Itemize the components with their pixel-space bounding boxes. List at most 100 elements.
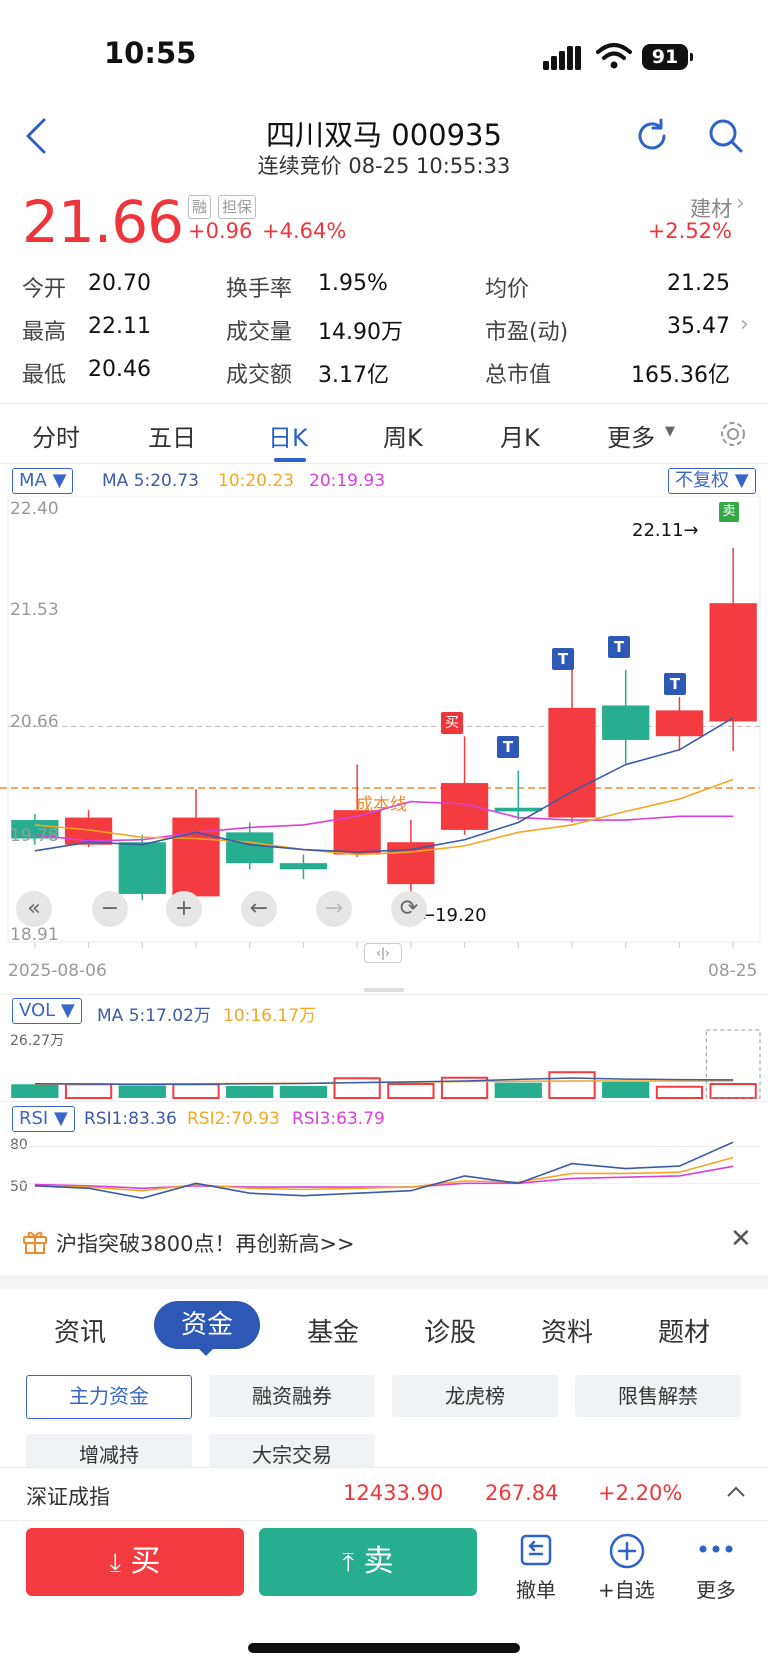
volume-chart[interactable] <box>0 1026 768 1100</box>
volume-bar <box>172 1083 220 1099</box>
tab-five-day[interactable]: 五日 <box>148 418 196 453</box>
tab-theme[interactable]: 题材 <box>658 1312 710 1349</box>
volume-bar <box>64 1083 113 1099</box>
subtab-dragon-tiger[interactable]: 龙虎榜 <box>392 1375 558 1417</box>
t-trade-marker[interactable]: T <box>497 736 519 758</box>
t-trade-marker[interactable]: T <box>552 648 574 670</box>
sector-change: +2.52% <box>647 219 732 243</box>
sell-button[interactable]: ⤒ 卖 <box>259 1528 477 1596</box>
candle-body <box>602 705 650 740</box>
volume-bar <box>548 1071 596 1099</box>
stat-label: 市盈(动) <box>485 320 569 345</box>
more-dots-icon[interactable] <box>698 1544 734 1554</box>
ma20-legend: 20:19.93 <box>309 471 386 491</box>
expand-handle-icon[interactable]: ‹|› <box>364 943 402 963</box>
volume-bar <box>226 1085 274 1098</box>
divider <box>0 403 768 404</box>
cancel-order-label[interactable]: 撤单 <box>516 1574 556 1603</box>
tab-funds-flow[interactable]: 资金 <box>154 1301 260 1349</box>
subtab-main-funds[interactable]: 主力资金 <box>26 1375 192 1419</box>
current-price: 21.66 <box>22 188 184 256</box>
cancel-order-icon[interactable] <box>518 1532 554 1568</box>
ma10-legend: 10:20.23 <box>218 471 295 491</box>
stat-value-pe: 35.47 <box>667 314 730 339</box>
rsi-indicator-select[interactable]: RSI ▼ <box>12 1106 75 1132</box>
subtab-margin[interactable]: 融资融券 <box>209 1375 375 1417</box>
stat-label: 最高 <box>22 320 67 345</box>
divider <box>0 994 768 995</box>
rsi2-line <box>34 1156 734 1192</box>
price-change-pct: +4.64% <box>262 219 347 243</box>
battery-indicator: 91 <box>642 44 693 70</box>
tab-profile[interactable]: 资料 <box>541 1312 593 1349</box>
download-arrow-icon: ⤓ <box>109 1548 121 1578</box>
subtab-lockup-release[interactable]: 限售解禁 <box>575 1375 741 1417</box>
add-watchlist-label[interactable]: +自选 <box>598 1574 655 1603</box>
stat-value-marketcap: 165.36亿 <box>631 363 730 388</box>
volume-bar <box>333 1077 381 1099</box>
stat-value-low: 20.46 <box>88 357 151 382</box>
tab-weekly-k[interactable]: 周K <box>383 418 423 453</box>
candle-body <box>655 710 704 737</box>
tab-intraday[interactable]: 分时 <box>32 418 80 453</box>
stat-label: 换手率 <box>226 277 293 302</box>
adjust-select[interactable]: 不复权 ▼ <box>668 468 756 494</box>
tab-diagnosis[interactable]: 诊股 <box>424 1312 476 1349</box>
chevron-up-icon[interactable] <box>726 1484 746 1500</box>
chevron-right-icon[interactable]: › <box>740 312 749 337</box>
drag-handle[interactable] <box>364 988 404 992</box>
trading-status: 连续竞价 08-25 10:55:33 <box>257 154 511 178</box>
stat-label: 今开 <box>22 277 67 302</box>
margin-tag: 融 <box>188 195 212 219</box>
more-label[interactable]: 更多 <box>696 1574 736 1603</box>
candle-body <box>118 842 166 894</box>
rsi3-line <box>34 1165 734 1190</box>
tab-daily-k[interactable]: 日K <box>268 418 308 453</box>
volume-bar <box>602 1081 650 1098</box>
pan-left-icon[interactable]: ← <box>241 891 277 927</box>
refresh-icon[interactable] <box>634 118 670 154</box>
date-end-label: 08-25 <box>708 961 758 981</box>
rotate-icon[interactable]: ⟳ <box>391 891 427 927</box>
pan-right-icon[interactable]: → <box>316 891 352 927</box>
low-price-marker: ←19.20 <box>420 905 487 926</box>
collateral-tag: 担保 <box>218 195 257 219</box>
rsi3-legend: RSI3:63.79 <box>292 1109 385 1129</box>
rsi2-legend: RSI2:70.93 <box>187 1109 280 1129</box>
selection-box <box>705 1029 761 1099</box>
zoom-out-icon[interactable]: − <box>92 891 128 927</box>
tab-more[interactable]: 更多 <box>607 418 655 453</box>
rsi-chart[interactable] <box>0 1132 768 1210</box>
banner-text[interactable]: 沪指突破3800点！再创新高>> <box>56 1228 355 1258</box>
zoom-in-icon[interactable]: + <box>166 891 202 927</box>
rewind-icon[interactable]: « <box>16 891 52 927</box>
close-icon[interactable]: ✕ <box>730 1224 752 1254</box>
add-watchlist-icon[interactable] <box>608 1532 646 1570</box>
tab-fund[interactable]: 基金 <box>307 1312 359 1349</box>
cost-line-label: 成本线 <box>356 795 407 815</box>
main-indicator-select[interactable]: MA ▼ <box>12 468 74 494</box>
home-indicator <box>248 1643 520 1653</box>
rsi1-line <box>34 1141 734 1199</box>
settings-icon[interactable] <box>718 419 748 449</box>
status-time: 10:55 <box>104 36 197 70</box>
t-trade-marker[interactable]: T <box>608 636 630 658</box>
volume-bar <box>118 1085 166 1098</box>
stat-value-turnover: 1.95% <box>318 271 388 296</box>
y-tick-label: 18.91 <box>10 925 59 945</box>
chevron-right-icon[interactable]: › <box>736 191 745 216</box>
buy-button[interactable]: ⤓ 买 <box>26 1528 244 1596</box>
sell-marker[interactable]: 卖 <box>719 502 739 522</box>
stat-value-avg: 21.25 <box>667 271 730 296</box>
t-trade-marker[interactable]: T <box>664 673 686 695</box>
vol-ma5-legend: MA 5:17.02万 <box>97 1006 211 1026</box>
gift-icon <box>23 1231 47 1254</box>
buy-marker[interactable]: 买 <box>441 712 463 734</box>
tab-news[interactable]: 资讯 <box>54 1312 106 1349</box>
cellular-signal-icon <box>543 46 581 70</box>
stat-label: 成交量 <box>226 320 293 345</box>
y-tick-label: 20.66 <box>10 712 59 732</box>
tab-monthly-k[interactable]: 月K <box>500 418 540 453</box>
volume-indicator-select[interactable]: VOL ▼ <box>12 998 82 1024</box>
search-icon[interactable] <box>708 118 744 154</box>
